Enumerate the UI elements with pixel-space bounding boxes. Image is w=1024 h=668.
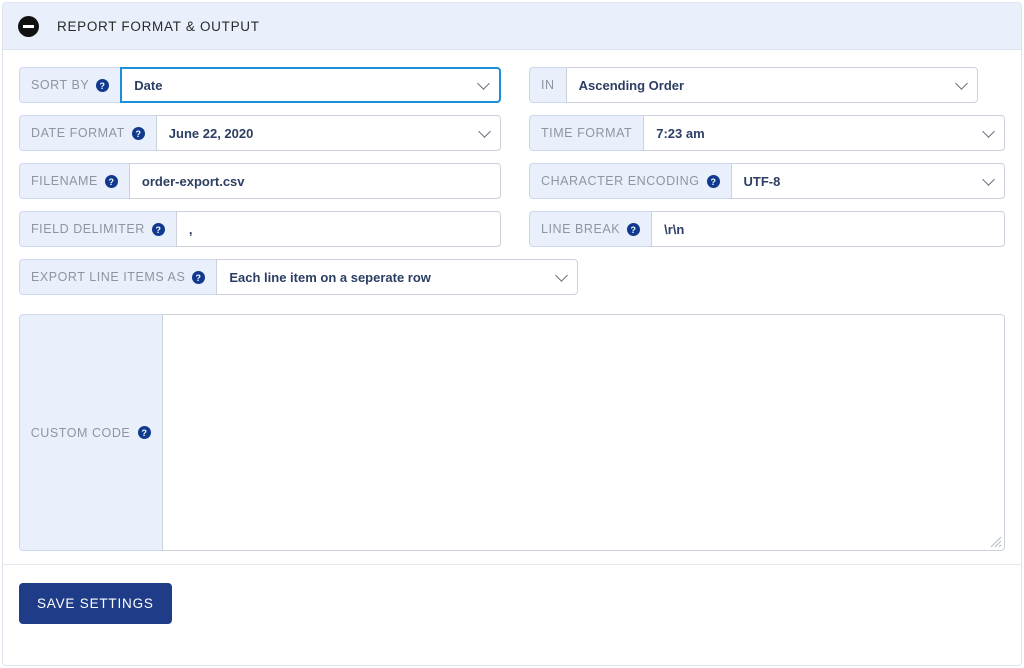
character-encoding-select[interactable]: UTF-8: [730, 163, 1005, 199]
help-icon[interactable]: ?: [96, 78, 110, 92]
panel-footer: Save Settings: [3, 564, 1021, 624]
save-settings-button[interactable]: Save Settings: [19, 583, 172, 624]
character-encoding-label: CHARACTER ENCODING ?: [529, 163, 731, 199]
svg-text:?: ?: [100, 80, 106, 90]
panel-title: REPORT FORMAT & OUTPUT: [57, 18, 260, 34]
svg-text:?: ?: [196, 272, 202, 282]
field-delimiter-input[interactable]: [175, 211, 501, 247]
field-delimiter-label-text: FIELD DELIMITER: [31, 222, 145, 236]
time-format-value: 7:23 am: [656, 125, 705, 141]
chevron-down-icon: [954, 77, 968, 90]
sort-by-value: Date: [134, 77, 163, 93]
help-icon[interactable]: ?: [138, 426, 152, 439]
in-value: Ascending Order: [578, 77, 685, 93]
field-time-format: TIME FORMAT 7:23 am: [529, 115, 1005, 151]
filename-label: FILENAME ?: [19, 163, 129, 199]
svg-text:?: ?: [135, 128, 141, 138]
line-break-label: LINE BREAK ?: [529, 211, 652, 247]
svg-text:?: ?: [631, 224, 637, 234]
panel-header: REPORT FORMAT & OUTPUT: [3, 3, 1021, 50]
filename-label-text: FILENAME: [31, 174, 98, 188]
field-custom-code: CUSTOM CODE ?: [19, 314, 1005, 551]
field-delimiter-label: FIELD DELIMITER ?: [19, 211, 176, 247]
date-format-label-text: DATE FORMAT: [31, 126, 125, 140]
chevron-down-icon: [477, 77, 490, 90]
form-row-4: FIELD DELIMITER ? LINE BREAK ?: [19, 211, 1005, 247]
help-icon[interactable]: ?: [627, 222, 641, 236]
form-row-2: DATE FORMAT ? June 22, 2020 TIME FORMAT: [19, 115, 1005, 151]
report-format-output-card: REPORT FORMAT & OUTPUT SORT BY ? Date IN…: [2, 2, 1022, 666]
field-date-format: DATE FORMAT ? June 22, 2020: [19, 115, 501, 151]
chevron-down-icon: [478, 125, 491, 138]
sort-by-label-text: SORT BY: [31, 78, 90, 92]
character-encoding-label-text: CHARACTER ENCODING: [541, 174, 700, 188]
export-line-items-label-text: EXPORT LINE ITEMS AS: [31, 270, 186, 284]
in-label-text: IN: [541, 78, 555, 92]
help-icon[interactable]: ?: [131, 126, 145, 140]
export-line-items-label: EXPORT LINE ITEMS AS ?: [19, 259, 217, 295]
form-row-3: FILENAME ? CHARACTER ENCODING ? UTF-8: [19, 163, 1005, 199]
field-in: IN Ascending Order: [529, 67, 1005, 103]
export-line-items-value: Each line item on a seperate row: [229, 269, 431, 285]
help-icon[interactable]: ?: [192, 270, 206, 284]
minus-circle-icon[interactable]: [18, 15, 39, 37]
field-export-line-items: EXPORT LINE ITEMS AS ? Each line item on…: [19, 259, 579, 295]
in-label: IN: [529, 67, 566, 103]
time-format-label-text: TIME FORMAT: [541, 126, 633, 140]
help-icon[interactable]: ?: [151, 222, 165, 236]
time-format-select[interactable]: 7:23 am: [643, 115, 1005, 151]
date-format-value: June 22, 2020: [168, 125, 254, 141]
filename-input[interactable]: [128, 163, 501, 199]
custom-code-label-text: CUSTOM CODE: [30, 425, 131, 440]
date-format-select[interactable]: June 22, 2020: [155, 115, 501, 151]
sort-by-label: SORT BY ?: [19, 67, 121, 103]
time-format-label: TIME FORMAT: [529, 115, 644, 151]
help-icon[interactable]: ?: [104, 174, 118, 188]
form-row-1: SORT BY ? Date IN Ascending Order: [19, 67, 1005, 103]
line-break-input[interactable]: [651, 211, 1005, 247]
date-format-label: DATE FORMAT ?: [19, 115, 156, 151]
in-select[interactable]: Ascending Order: [565, 67, 978, 103]
custom-code-textarea[interactable]: [162, 314, 1005, 551]
field-field-delimiter: FIELD DELIMITER ?: [19, 211, 501, 247]
field-filename: FILENAME ?: [19, 163, 501, 199]
report-format-output-page: REPORT FORMAT & OUTPUT SORT BY ? Date IN…: [0, 0, 1024, 668]
svg-text:?: ?: [108, 176, 114, 186]
svg-text:?: ?: [155, 224, 161, 234]
svg-text:?: ?: [142, 428, 148, 438]
sort-by-select[interactable]: Date: [120, 67, 501, 103]
field-sort-by: SORT BY ? Date: [19, 67, 501, 103]
panel-body: SORT BY ? Date IN Ascending Order DATE F…: [3, 50, 1021, 624]
export-line-items-select[interactable]: Each line item on a seperate row: [216, 259, 579, 295]
chevron-down-icon: [555, 269, 569, 282]
chevron-down-icon: [982, 173, 995, 186]
help-icon[interactable]: ?: [706, 174, 720, 188]
line-break-label-text: LINE BREAK: [541, 222, 621, 236]
svg-text:?: ?: [710, 176, 716, 186]
field-character-encoding: CHARACTER ENCODING ? UTF-8: [529, 163, 1005, 199]
custom-code-label: CUSTOM CODE ?: [19, 314, 162, 551]
field-line-break: LINE BREAK ?: [529, 211, 1005, 247]
form-row-5: EXPORT LINE ITEMS AS ? Each line item on…: [19, 259, 1005, 295]
chevron-down-icon: [982, 125, 995, 138]
character-encoding-value: UTF-8: [743, 173, 781, 189]
